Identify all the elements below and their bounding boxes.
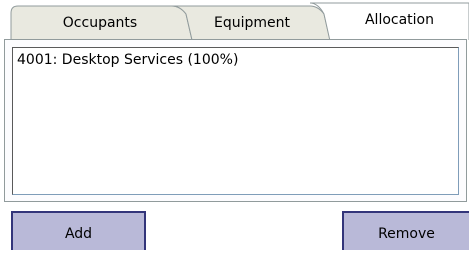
tab-allocation[interactable]: Allocation: [330, 10, 469, 30]
tab-strip: Occupants Equipment Allocation: [0, 0, 469, 40]
remove-button[interactable]: Remove: [342, 211, 469, 250]
tab-equipment[interactable]: Equipment: [186, 13, 318, 33]
tab-occupants[interactable]: Occupants: [20, 13, 180, 33]
add-button[interactable]: Add: [11, 211, 146, 250]
list-item[interactable]: 4001: Desktop Services (100%): [13, 48, 458, 68]
allocation-panel: 4001: Desktop Services (100%): [4, 39, 467, 202]
allocation-list[interactable]: 4001: Desktop Services (100%): [12, 47, 459, 195]
